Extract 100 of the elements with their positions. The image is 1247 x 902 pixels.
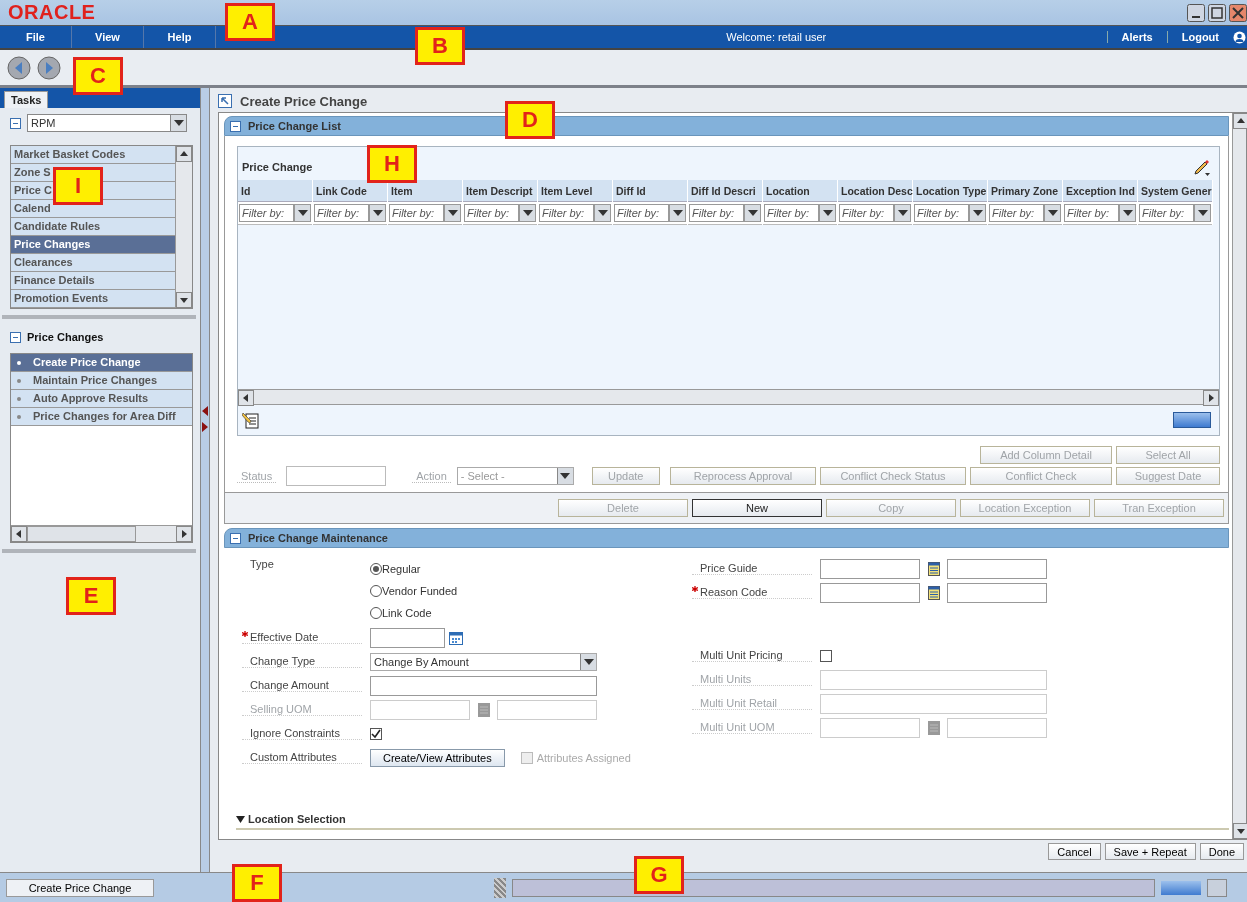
filter-dropdown-button[interactable] bbox=[594, 204, 611, 222]
calendar-icon[interactable] bbox=[449, 630, 463, 645]
collapse-icon[interactable] bbox=[10, 331, 21, 343]
scrollbar-thumb[interactable] bbox=[27, 526, 136, 542]
collapse-arrows-icon[interactable] bbox=[202, 406, 208, 432]
filter-dropdown-button[interactable] bbox=[744, 204, 761, 222]
filter-field[interactable]: Filter by: bbox=[239, 204, 294, 222]
filter-field[interactable]: Filter by: bbox=[464, 204, 519, 222]
horizontal-scrollbar[interactable] bbox=[11, 525, 192, 542]
list-icon[interactable] bbox=[927, 585, 940, 600]
dropdown[interactable]: Change By Amount bbox=[370, 652, 597, 671]
radio-button[interactable] bbox=[370, 563, 382, 575]
column-header[interactable]: Location Desc bbox=[838, 180, 912, 202]
header-link[interactable]: Alerts bbox=[1106, 31, 1167, 43]
column-header[interactable]: Exception Ind bbox=[1063, 180, 1137, 202]
column-header[interactable]: Item bbox=[388, 180, 462, 202]
filter-field[interactable]: Filter by: bbox=[689, 204, 744, 222]
column-header[interactable]: Diff Id Descri bbox=[688, 180, 762, 202]
filter-field[interactable]: Filter by: bbox=[614, 204, 669, 222]
filter-field[interactable]: Filter by: bbox=[989, 204, 1044, 222]
checkbox[interactable] bbox=[370, 727, 382, 740]
horizontal-scrollbar[interactable] bbox=[238, 389, 1219, 405]
expanded-icon[interactable] bbox=[236, 815, 245, 823]
column-header[interactable]: Location Type bbox=[913, 180, 987, 202]
collapse-icon[interactable] bbox=[10, 117, 21, 129]
scroll-down-button[interactable] bbox=[1233, 823, 1247, 839]
task-button[interactable]: Create Price Change bbox=[6, 878, 154, 897]
vertical-scrollbar[interactable] bbox=[1232, 113, 1246, 839]
checkbox[interactable] bbox=[820, 649, 832, 662]
resize-grip[interactable] bbox=[494, 877, 506, 898]
filter-dropdown-button[interactable] bbox=[1194, 204, 1211, 222]
column-header[interactable]: Link Code bbox=[313, 180, 387, 202]
task-link[interactable]: Price Changes for Area Diff bbox=[11, 408, 192, 426]
task-link[interactable]: Create Price Change bbox=[11, 354, 192, 372]
radio-button[interactable] bbox=[370, 607, 382, 619]
filter-field[interactable]: Filter by: bbox=[1139, 204, 1194, 222]
filter-dropdown-button[interactable] bbox=[819, 204, 836, 222]
footer-button[interactable]: Cancel bbox=[1048, 843, 1101, 860]
forward-icon[interactable] bbox=[37, 55, 61, 80]
vertical-scrollbar[interactable] bbox=[175, 146, 192, 308]
scroll-up-button[interactable] bbox=[1233, 113, 1247, 129]
collapse-icon[interactable] bbox=[230, 120, 241, 132]
edit-note-icon[interactable] bbox=[242, 411, 260, 429]
tasks-tab[interactable]: Tasks bbox=[4, 91, 49, 108]
list-icon[interactable] bbox=[927, 561, 940, 576]
column-header[interactable]: Item Descript bbox=[463, 180, 537, 202]
column-header[interactable]: Location bbox=[763, 180, 837, 202]
filter-dropdown-button[interactable] bbox=[669, 204, 686, 222]
description-field[interactable] bbox=[947, 582, 1047, 603]
filter-dropdown-button[interactable] bbox=[444, 204, 461, 222]
column-header[interactable]: Item Level bbox=[538, 180, 612, 202]
user-icon[interactable] bbox=[1233, 30, 1246, 44]
scroll-down-button[interactable] bbox=[176, 292, 192, 308]
scroll-left-button[interactable] bbox=[11, 526, 27, 542]
date-field[interactable] bbox=[370, 627, 445, 648]
maximize-icon[interactable] bbox=[1208, 3, 1226, 22]
pencil-icon[interactable] bbox=[1193, 157, 1211, 176]
header-link[interactable]: Logout bbox=[1166, 31, 1233, 43]
task-link[interactable]: Maintain Price Changes bbox=[11, 372, 192, 390]
scroll-right-button[interactable] bbox=[176, 526, 192, 542]
filter-field[interactable]: Filter by: bbox=[764, 204, 819, 222]
menu-item[interactable]: View bbox=[72, 26, 144, 48]
close-icon[interactable] bbox=[1229, 3, 1247, 22]
filter-dropdown-button[interactable] bbox=[1119, 204, 1136, 222]
description-field[interactable] bbox=[947, 558, 1047, 579]
filter-dropdown-button[interactable] bbox=[969, 204, 986, 222]
column-header[interactable]: System Gener bbox=[1138, 180, 1212, 202]
action-button[interactable]: New bbox=[692, 499, 822, 517]
task-link[interactable]: Auto Approve Results bbox=[11, 390, 192, 408]
checkbox[interactable] bbox=[520, 751, 533, 764]
filter-field[interactable]: Filter by: bbox=[314, 204, 369, 222]
filter-dropdown-button[interactable] bbox=[369, 204, 386, 222]
column-header[interactable]: Diff Id bbox=[613, 180, 687, 202]
filter-field[interactable]: Filter by: bbox=[1064, 204, 1119, 222]
filter-field[interactable]: Filter by: bbox=[389, 204, 444, 222]
back-icon[interactable] bbox=[7, 55, 31, 80]
footer-button[interactable]: Done bbox=[1199, 843, 1244, 860]
radio-button[interactable] bbox=[370, 585, 382, 597]
lookup-field[interactable] bbox=[820, 582, 920, 603]
module-dropdown[interactable]: RPM bbox=[27, 114, 187, 132]
menu-item[interactable]: Help bbox=[144, 26, 216, 48]
toolbar-button[interactable] bbox=[1173, 412, 1211, 428]
filter-field[interactable]: Filter by: bbox=[839, 204, 894, 222]
filter-dropdown-button[interactable] bbox=[519, 204, 536, 222]
filter-field[interactable]: Filter by: bbox=[914, 204, 969, 222]
scroll-left-button[interactable] bbox=[238, 390, 254, 406]
filter-field[interactable]: Filter by: bbox=[539, 204, 594, 222]
footer-button[interactable]: Save + Repeat bbox=[1104, 843, 1196, 860]
filter-dropdown-button[interactable] bbox=[1044, 204, 1061, 222]
collapse-icon[interactable] bbox=[230, 532, 241, 544]
text-field[interactable] bbox=[370, 675, 597, 696]
lookup-field[interactable] bbox=[820, 558, 920, 579]
minimize-icon[interactable] bbox=[1187, 3, 1205, 22]
column-header[interactable]: Id bbox=[238, 180, 312, 202]
expand-arrow-icon[interactable] bbox=[218, 94, 232, 108]
filter-dropdown-button[interactable] bbox=[894, 204, 911, 222]
filter-dropdown-button[interactable] bbox=[294, 204, 311, 222]
create-attributes-button[interactable]: Create/View Attributes bbox=[370, 748, 505, 767]
column-header[interactable]: Primary Zone bbox=[988, 180, 1062, 202]
scroll-up-button[interactable] bbox=[176, 146, 192, 162]
